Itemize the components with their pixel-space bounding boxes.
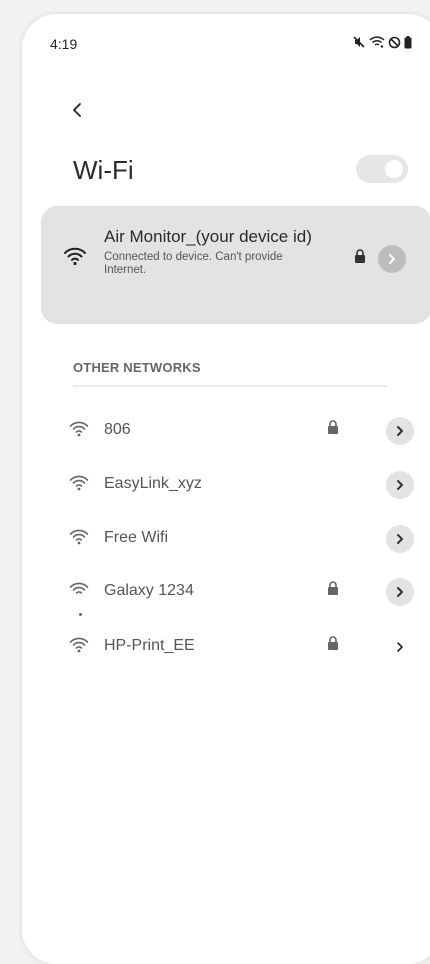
network-item[interactable]: HP-Print_EE bbox=[22, 626, 430, 666]
toggle-knob bbox=[385, 160, 403, 178]
chevron-right-icon bbox=[397, 426, 403, 436]
network-name: EasyLink_xyz bbox=[104, 475, 202, 492]
network-name: HP-Print_EE bbox=[104, 637, 195, 654]
network-details-button[interactable] bbox=[386, 633, 414, 661]
weak-signal-dot bbox=[79, 613, 82, 616]
network-item[interactable]: 806 bbox=[22, 410, 430, 450]
page-title: Wi-Fi bbox=[73, 155, 134, 185]
lock-icon bbox=[354, 249, 366, 268]
network-details-button[interactable] bbox=[386, 578, 414, 606]
network-details-button[interactable] bbox=[386, 471, 414, 499]
mute-icon bbox=[352, 35, 366, 49]
wifi-toggle[interactable] bbox=[356, 155, 408, 183]
network-name: 806 bbox=[104, 421, 131, 438]
chevron-right-icon bbox=[389, 254, 395, 264]
connected-network-card[interactable]: Air Monitor_(your device id) Connected t… bbox=[41, 206, 430, 324]
wifi-icon bbox=[63, 246, 87, 271]
wifi-icon bbox=[369, 35, 385, 49]
section-divider bbox=[73, 385, 387, 387]
chevron-right-icon bbox=[397, 587, 403, 597]
section-label: OTHER NETWORKS bbox=[73, 360, 201, 375]
chevron-right-icon bbox=[397, 534, 403, 544]
back-button[interactable] bbox=[66, 98, 90, 122]
network-item[interactable]: EasyLink_xyz bbox=[22, 464, 430, 504]
wifi-icon bbox=[69, 420, 89, 443]
network-name: Galaxy 1234 bbox=[104, 582, 194, 599]
network-item[interactable]: Free Wifi bbox=[22, 518, 430, 558]
chevron-right-icon bbox=[397, 480, 403, 490]
dnd-icon bbox=[388, 36, 401, 49]
network-item[interactable]: Galaxy 1234 bbox=[22, 571, 430, 616]
status-icons bbox=[352, 35, 412, 49]
connected-network-name: Air Monitor_(your device id) bbox=[104, 227, 312, 246]
wifi-icon bbox=[69, 581, 89, 604]
chevron-left-icon bbox=[73, 103, 81, 117]
network-details-button[interactable] bbox=[378, 245, 406, 273]
network-details-button[interactable] bbox=[386, 525, 414, 553]
network-name: Free Wifi bbox=[104, 529, 168, 546]
status-time: 4:19 bbox=[50, 36, 78, 52]
network-details-button[interactable] bbox=[386, 417, 414, 445]
connected-network-status: Connected to device. Can't provide Inter… bbox=[104, 251, 283, 276]
wifi-icon bbox=[69, 528, 89, 551]
phone-screen: 4:19 Wi-Fi Air Monitor_(your device id) … bbox=[22, 14, 430, 964]
battery-icon bbox=[404, 35, 412, 49]
lock-icon bbox=[327, 581, 339, 600]
wifi-icon bbox=[69, 474, 89, 497]
lock-icon bbox=[327, 636, 339, 655]
wifi-icon bbox=[69, 636, 89, 659]
chevron-right-icon bbox=[397, 642, 403, 652]
lock-icon bbox=[327, 420, 339, 439]
